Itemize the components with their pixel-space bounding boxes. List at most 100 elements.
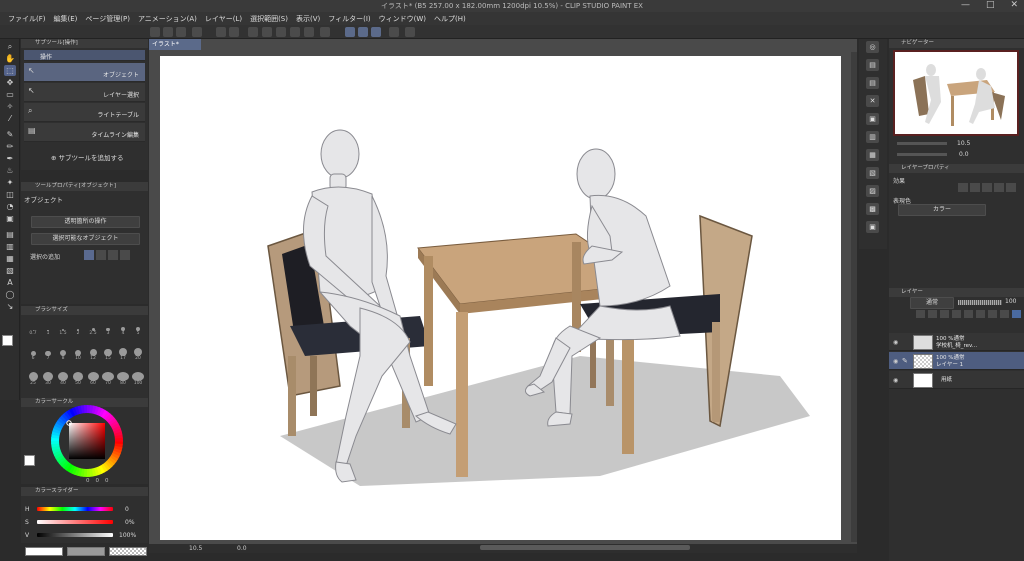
menu-page[interactable]: ページ管理(P) bbox=[85, 14, 130, 24]
brush-size-preset[interactable]: 5 bbox=[130, 322, 146, 336]
material-8-icon[interactable]: ▨ bbox=[866, 185, 879, 197]
settings-icon[interactable] bbox=[389, 27, 399, 37]
effect-border-icon[interactable] bbox=[958, 183, 968, 192]
zoom-icon[interactable]: ⌕ bbox=[4, 41, 16, 52]
layer-row-paper[interactable]: ◉ 用紙 bbox=[889, 371, 1024, 389]
brush-size-preset[interactable]: 2.5 bbox=[85, 322, 101, 336]
hand-icon[interactable]: ✋ bbox=[4, 53, 16, 64]
help-icon[interactable] bbox=[405, 27, 415, 37]
select-intersect-icon[interactable] bbox=[120, 250, 130, 260]
airbrush-icon[interactable]: ♨ bbox=[4, 165, 16, 176]
brush-size-preset[interactable]: 0.7 bbox=[25, 322, 41, 336]
material-6-icon[interactable]: ▦ bbox=[866, 149, 879, 161]
effect-extract-icon[interactable] bbox=[970, 183, 980, 192]
deselect-icon[interactable] bbox=[290, 27, 300, 37]
menu-animation[interactable]: アニメーション(A) bbox=[138, 14, 197, 24]
brush-size-preset[interactable]: 15 bbox=[100, 347, 116, 361]
snap-ruler-icon[interactable] bbox=[345, 27, 355, 37]
menu-view[interactable]: 表示(V) bbox=[296, 14, 320, 24]
opacity-slider[interactable] bbox=[958, 300, 1002, 305]
maximize-button[interactable]: □ bbox=[986, 0, 995, 10]
layer-row-layer1[interactable]: ◉ ✎ 100 %通常 レイヤー 1 bbox=[889, 352, 1024, 370]
visibility-eye-icon[interactable]: ◉ bbox=[893, 358, 898, 365]
decoration-icon[interactable]: ✦ bbox=[4, 177, 16, 188]
transparent-color[interactable] bbox=[109, 547, 147, 556]
eyedropper-icon[interactable]: ⁄ bbox=[4, 113, 16, 124]
subtool-layer-select[interactable]: ↖ レイヤー選択 bbox=[24, 83, 145, 102]
brush-size-preset[interactable]: 20 bbox=[130, 347, 146, 361]
navigator-zoom-slider[interactable] bbox=[897, 142, 947, 145]
text-icon[interactable]: A bbox=[4, 277, 16, 288]
brush-size-preset[interactable]: 1 bbox=[40, 322, 56, 336]
clear-icon[interactable] bbox=[248, 27, 258, 37]
draft-icon[interactable] bbox=[940, 310, 949, 318]
blend-icon[interactable]: ◔ bbox=[4, 201, 16, 212]
auto-select-icon[interactable]: ✧ bbox=[4, 101, 16, 112]
brush-size-preset[interactable]: 17 bbox=[115, 347, 131, 361]
menu-filter[interactable]: フィルター(I) bbox=[328, 14, 370, 24]
navigator-angle-slider[interactable] bbox=[897, 153, 947, 156]
vertical-scrollbar[interactable] bbox=[851, 52, 857, 542]
canvas-paper[interactable] bbox=[160, 56, 841, 540]
reference-icon[interactable] bbox=[928, 310, 937, 318]
brush-size-preset[interactable]: 70 bbox=[100, 372, 116, 386]
snap-grid-icon[interactable] bbox=[371, 27, 381, 37]
ruler-icon[interactable]: ▧ bbox=[4, 265, 16, 276]
select-add-icon[interactable] bbox=[96, 250, 106, 260]
material-4-icon[interactable]: ▣ bbox=[866, 113, 879, 125]
menu-edit[interactable]: 編集(E) bbox=[54, 14, 78, 24]
blend-mode-dropdown[interactable]: 通常 bbox=[910, 297, 954, 309]
menu-window[interactable]: ウィンドウ(W) bbox=[379, 14, 426, 24]
material-2-icon[interactable]: ▤ bbox=[866, 77, 879, 89]
open-icon[interactable] bbox=[163, 27, 173, 37]
export-icon[interactable] bbox=[192, 27, 202, 37]
effect-color-icon[interactable] bbox=[994, 183, 1004, 192]
navigator-preview[interactable] bbox=[893, 50, 1019, 136]
brush-size-preset[interactable]: 3 bbox=[100, 322, 116, 336]
effect-mask-icon[interactable] bbox=[1006, 183, 1016, 192]
visibility-eye-icon[interactable]: ◉ bbox=[893, 339, 898, 346]
operation-icon[interactable]: ⬚ bbox=[4, 65, 16, 76]
material-5-icon[interactable]: ▥ bbox=[866, 131, 879, 143]
snap-special-ruler-icon[interactable] bbox=[358, 27, 368, 37]
eraser-icon[interactable]: ◫ bbox=[4, 189, 16, 200]
brush-size-preset[interactable]: 1.5 bbox=[55, 322, 71, 336]
undo-icon[interactable] bbox=[216, 27, 226, 37]
menu-layer[interactable]: レイヤー(L) bbox=[205, 14, 242, 24]
fill-tool-icon[interactable]: ▣ bbox=[4, 213, 16, 224]
brush-size-preset[interactable]: 2 bbox=[70, 322, 86, 336]
brush-size-preset[interactable]: 12 bbox=[85, 347, 101, 361]
wheel-main-color[interactable] bbox=[24, 455, 35, 466]
brush-size-preset[interactable]: 7 bbox=[40, 347, 56, 361]
brush-icon[interactable]: ✒ bbox=[4, 153, 16, 164]
material-9-icon[interactable]: ▩ bbox=[866, 203, 879, 215]
lock-icon[interactable] bbox=[952, 310, 961, 318]
select-new-icon[interactable] bbox=[84, 250, 94, 260]
layer-row-3d[interactable]: ◉ 100 %通常 学校机_椅_rev... bbox=[889, 333, 1024, 351]
brush-size-preset[interactable]: 6 bbox=[25, 347, 41, 361]
crop-icon[interactable] bbox=[304, 27, 314, 37]
subtool-object[interactable]: ↖ オブジェクト bbox=[24, 63, 145, 82]
balloon-icon[interactable]: ◯ bbox=[4, 289, 16, 300]
material-7-icon[interactable]: ▧ bbox=[866, 167, 879, 179]
zoom-readout[interactable]: 10.5 bbox=[189, 545, 202, 552]
transparent-operation-dropdown[interactable]: 透明箇所の操作 bbox=[31, 216, 140, 228]
visibility-eye-icon[interactable]: ◉ bbox=[893, 377, 898, 384]
ruler-link-icon[interactable] bbox=[988, 310, 997, 318]
brush-size-preset[interactable]: 50 bbox=[70, 372, 86, 386]
brush-size-preset[interactable]: 25 bbox=[25, 372, 41, 386]
menu-selection[interactable]: 選択範囲(S) bbox=[250, 14, 288, 24]
show-selection-icon[interactable] bbox=[320, 27, 330, 37]
brush-size-preset[interactable]: 10 bbox=[70, 347, 86, 361]
menu-file[interactable]: ファイル(F) bbox=[8, 14, 46, 24]
horizontal-scrollbar[interactable] bbox=[480, 545, 690, 550]
brush-size-preset[interactable]: 4 bbox=[115, 322, 131, 336]
brush-size-preset[interactable]: 100 bbox=[130, 372, 146, 386]
navigator-angle[interactable]: 0.0 bbox=[959, 151, 969, 158]
navigator-zoom[interactable]: 10.5 bbox=[957, 140, 970, 147]
subtool-group[interactable]: 操作 bbox=[24, 50, 145, 61]
navigator-toggle-icon[interactable]: ◎ bbox=[866, 41, 879, 53]
brush-size-preset[interactable]: 8 bbox=[55, 347, 71, 361]
rotation-readout[interactable]: 0.0 bbox=[237, 545, 247, 552]
material-3-icon[interactable]: ✕ bbox=[866, 95, 879, 107]
